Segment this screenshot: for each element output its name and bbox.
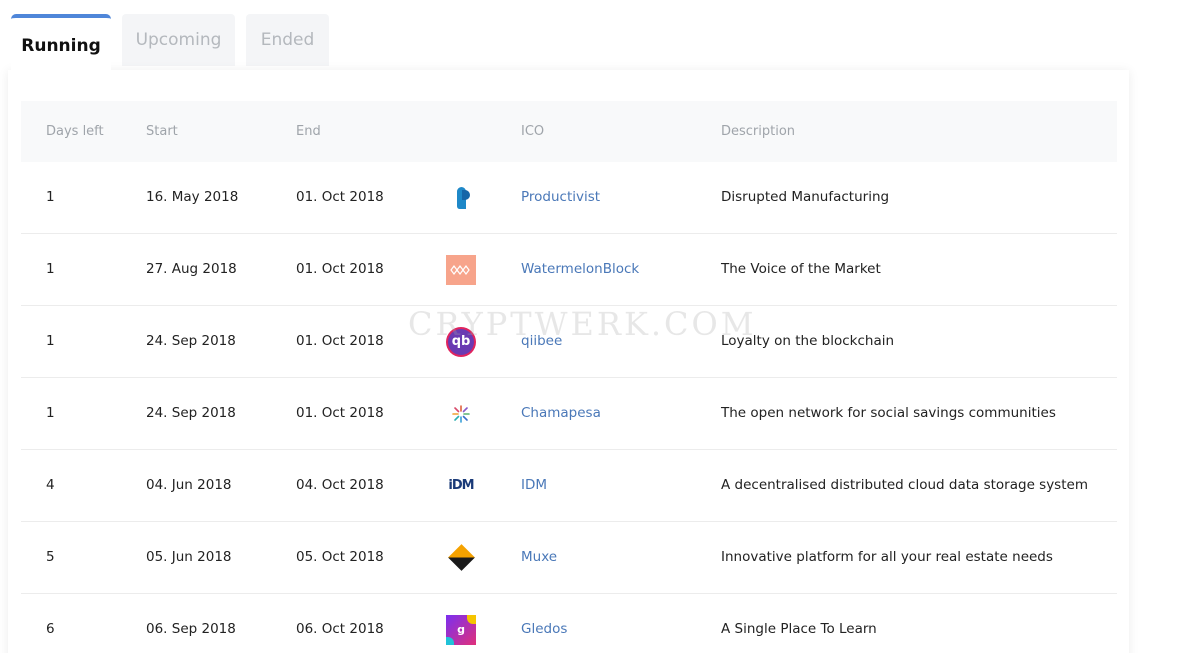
start-date-cell: 24. Sep 2018 xyxy=(146,405,236,421)
logo-cell xyxy=(446,378,476,449)
tab-running[interactable]: Running xyxy=(11,14,111,70)
ico-name-cell: Productivist xyxy=(521,162,600,233)
days-left-cell: 1 xyxy=(46,333,55,349)
end-date-cell: 04. Oct 2018 xyxy=(296,477,384,493)
days-left-cell: 5 xyxy=(46,549,55,565)
description-cell: Innovative platform for all your real es… xyxy=(721,549,1053,565)
days-left-cell: 6 xyxy=(46,621,55,637)
table-header: Days left Start End ICO Description xyxy=(21,101,1117,162)
header-end[interactable]: End xyxy=(296,101,321,162)
days-left-cell: 1 xyxy=(46,405,55,421)
logo-cell xyxy=(446,162,476,233)
table-row[interactable]: 1 24. Sep 2018 01. Oct 2018 qb qiibee Lo… xyxy=(21,306,1117,378)
table-row[interactable]: 5 05. Jun 2018 05. Oct 2018 Muxe Innovat… xyxy=(21,522,1117,594)
tab-running-label: Running xyxy=(21,36,101,56)
table-row[interactable]: 1 24. Sep 2018 01. Oct 2018 Chamapesa Th… xyxy=(21,378,1117,450)
muxe-logo-icon[interactable] xyxy=(446,543,476,573)
ico-table: Days left Start End ICO Description 1 16… xyxy=(21,101,1117,653)
end-date-cell: 06. Oct 2018 xyxy=(296,621,384,637)
header-description[interactable]: Description xyxy=(721,101,795,162)
start-date-cell: 24. Sep 2018 xyxy=(146,333,236,349)
chamapesa-logo-icon[interactable] xyxy=(446,399,476,429)
description-cell: The open network for social savings comm… xyxy=(721,405,1056,421)
ico-name-cell: IDM xyxy=(521,450,547,521)
end-date-cell: 01. Oct 2018 xyxy=(296,261,384,277)
table-row[interactable]: 1 27. Aug 2018 01. Oct 2018 WatermelonBl… xyxy=(21,234,1117,306)
table-row[interactable]: 1 16. May 2018 01. Oct 2018 Productivist… xyxy=(21,162,1117,234)
idm-logo-icon[interactable]: iDM xyxy=(446,471,476,501)
description-cell: Disrupted Manufacturing xyxy=(721,189,890,205)
days-left-cell: 1 xyxy=(46,189,55,205)
ico-link[interactable]: IDM xyxy=(521,477,547,493)
end-date-cell: 05. Oct 2018 xyxy=(296,549,384,565)
productivist-logo-icon[interactable] xyxy=(446,183,476,213)
ico-name-cell: Gledos xyxy=(521,594,567,653)
tab-upcoming-label: Upcoming xyxy=(135,30,222,50)
ico-link[interactable]: Gledos xyxy=(521,621,567,637)
start-date-cell: 27. Aug 2018 xyxy=(146,261,237,277)
table-row[interactable]: 6 06. Sep 2018 06. Oct 2018 g Gledos A S… xyxy=(21,594,1117,653)
days-left-cell: 4 xyxy=(46,477,55,493)
ico-name-cell: Chamapesa xyxy=(521,378,601,449)
ico-name-cell: WatermelonBlock xyxy=(521,234,639,305)
header-ico[interactable]: ICO xyxy=(521,101,544,162)
ico-link[interactable]: Muxe xyxy=(521,549,557,565)
gledos-logo-icon[interactable]: g xyxy=(446,614,476,645)
end-date-cell: 01. Oct 2018 xyxy=(296,405,384,421)
ico-link[interactable]: qiibee xyxy=(521,333,562,349)
tab-ended-label: Ended xyxy=(260,30,315,50)
start-date-cell: 05. Jun 2018 xyxy=(146,549,232,565)
description-cell: The Voice of the Market xyxy=(721,261,881,277)
ico-link[interactable]: Productivist xyxy=(521,189,600,205)
start-date-cell: 06. Sep 2018 xyxy=(146,621,236,637)
logo-cell xyxy=(446,522,476,593)
start-date-cell: 04. Jun 2018 xyxy=(146,477,232,493)
qiibee-logo-icon[interactable]: qb xyxy=(448,328,474,355)
table-row[interactable]: 4 04. Jun 2018 04. Oct 2018 iDM IDM A de… xyxy=(21,450,1117,522)
description-cell: A Single Place To Learn xyxy=(721,621,877,637)
header-days-left[interactable]: Days left xyxy=(46,101,104,162)
ico-list-page: Running Upcoming Ended Days left Start E… xyxy=(0,0,1195,653)
ico-link[interactable]: Chamapesa xyxy=(521,405,601,421)
ico-name-cell: qiibee xyxy=(521,306,562,377)
days-left-cell: 1 xyxy=(46,261,55,277)
ico-name-cell: Muxe xyxy=(521,522,557,593)
logo-cell: qb xyxy=(446,306,476,377)
logo-cell xyxy=(446,234,476,305)
watermelonblock-logo-icon[interactable] xyxy=(446,254,476,285)
logo-cell: g xyxy=(446,594,476,653)
description-cell: A decentralised distributed cloud data s… xyxy=(721,477,1088,493)
tab-ended[interactable]: Ended xyxy=(246,14,329,66)
start-date-cell: 16. May 2018 xyxy=(146,189,239,205)
description-cell: Loyalty on the blockchain xyxy=(721,333,895,349)
ico-link[interactable]: WatermelonBlock xyxy=(521,261,639,277)
end-date-cell: 01. Oct 2018 xyxy=(296,333,384,349)
logo-cell: iDM xyxy=(446,450,476,521)
tab-upcoming[interactable]: Upcoming xyxy=(122,14,235,66)
header-start[interactable]: Start xyxy=(146,101,178,162)
end-date-cell: 01. Oct 2018 xyxy=(296,189,384,205)
ico-table-card: Days left Start End ICO Description 1 16… xyxy=(8,70,1129,653)
